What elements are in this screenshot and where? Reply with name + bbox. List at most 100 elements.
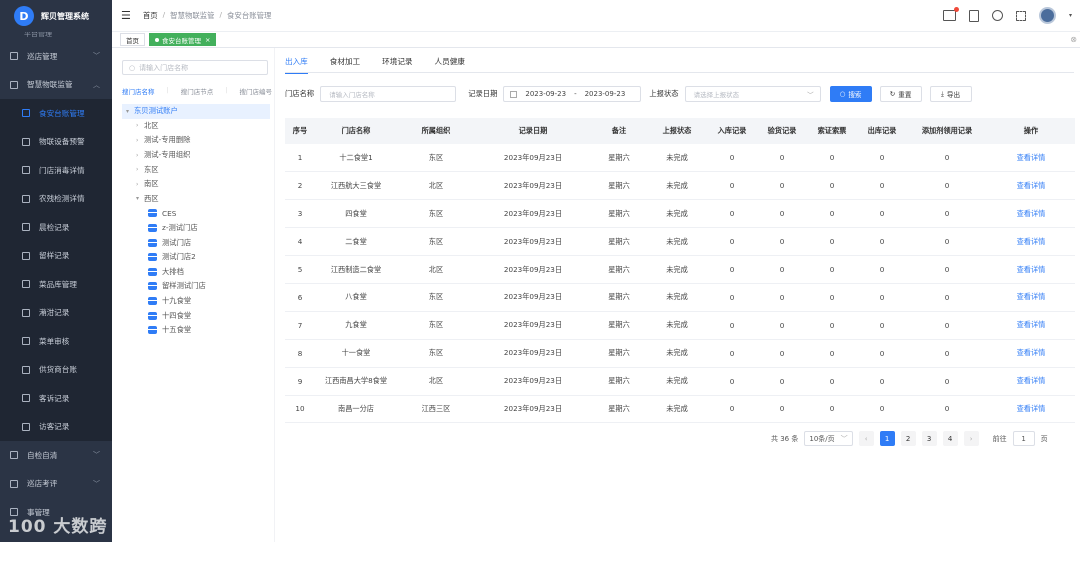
sidebar-item[interactable]: 潲泔记录	[0, 298, 112, 327]
dish-icon	[22, 280, 30, 289]
view-details-link[interactable]: 查看详情	[987, 395, 1075, 424]
sidebar-item[interactable]: 农残检测详情	[0, 184, 112, 213]
page-number-list: 1234	[879, 431, 958, 446]
sidebar-item[interactable]: 留样记录	[0, 241, 112, 270]
view-details-link[interactable]: 查看详情	[987, 171, 1075, 201]
export-button[interactable]: ⤓ 导出	[929, 86, 972, 102]
caret-down-icon[interactable]: ▾	[126, 108, 134, 115]
table-cell: 0	[757, 227, 807, 257]
table-cell: 0	[857, 367, 907, 396]
next-page-button[interactable]: ›	[963, 431, 979, 446]
breadcrumb-separator: /	[219, 10, 223, 19]
table-cell: 星期六	[591, 199, 647, 229]
close-icon[interactable]: ×	[205, 36, 210, 44]
tree-node-group[interactable]: › 东区	[122, 162, 270, 177]
column-header: 所属组织	[397, 118, 475, 144]
store-search-input[interactable]: ○ 请输入门店名称	[122, 60, 268, 75]
table-cell: 0	[757, 144, 807, 173]
report-status-select[interactable]: 请选择上报状态 ﹀	[684, 86, 821, 102]
view-details-link[interactable]: 查看详情	[987, 339, 1075, 368]
calendar-icon	[510, 90, 518, 98]
tree-node-group[interactable]: › 测试-专用删除	[122, 133, 270, 148]
sidebar-item[interactable]: 智慧物联监管 ︿	[0, 71, 112, 100]
menu-toggle-icon[interactable]: ☰	[121, 9, 131, 22]
page-number-button[interactable]: 2	[900, 431, 916, 446]
table-cell: 2023年09月23日	[475, 144, 591, 173]
sidebar-item[interactable]: 巡店管理 ﹀	[0, 42, 112, 71]
sidebar-item[interactable]: 访客记录	[0, 412, 112, 441]
app-logo[interactable]: D 辉贝管理系统	[0, 0, 112, 32]
prev-page-button[interactable]: ‹	[858, 431, 874, 446]
tree-node-store[interactable]: 测试门店	[122, 235, 270, 250]
sidebar-item[interactable]: 菜品库管理	[0, 270, 112, 299]
store-name-input[interactable]: 请输入门店名称	[320, 86, 457, 102]
breadcrumb-home[interactable]: 首页	[143, 10, 158, 21]
tree-node-root[interactable]: ▾ 东贝测试账户	[122, 104, 270, 119]
caret-right-icon[interactable]: ›	[136, 166, 144, 173]
document-icon[interactable]	[968, 9, 979, 22]
date-range-picker[interactable]: 2023-09-23 - 2023-09-23	[503, 86, 642, 102]
tree-node-store[interactable]: 十四食堂	[122, 308, 270, 323]
tree-node-store[interactable]: 留样测试门店	[122, 279, 270, 294]
table-cell: 3	[285, 199, 315, 229]
reset-button[interactable]: ↻ 重置	[879, 86, 922, 102]
sidebar-item[interactable]: 物联设备预警	[0, 127, 112, 156]
tree-node-store[interactable]: CES	[122, 206, 270, 221]
sidebar-item[interactable]: 自检自清 ﹀	[0, 441, 112, 470]
tab-search-by-code[interactable]: 搜门店编号	[239, 86, 272, 96]
tree-node-store[interactable]: 测试门店2	[122, 250, 270, 265]
caret-right-icon[interactable]: ›	[136, 137, 144, 144]
close-all-icon[interactable]: ⊗	[1070, 35, 1077, 44]
tag-home[interactable]: 首页	[120, 33, 145, 46]
sidebar-item[interactable]: 门店消毒详情	[0, 156, 112, 185]
tab-search-by-node[interactable]: 搜门店节点	[181, 86, 214, 96]
sidebar-item[interactable]: 供货商台账	[0, 355, 112, 384]
page-number-button[interactable]: 1	[879, 431, 895, 446]
breadcrumb-parent[interactable]: 智慧物联监管	[170, 10, 214, 21]
caret-right-icon[interactable]: ›	[136, 181, 144, 188]
breadcrumb-current: 食安台账管理	[227, 11, 272, 20]
sidebar-item[interactable]: 食安台账管理	[0, 99, 112, 128]
tree-node-group[interactable]: › 测试-专用组织	[122, 148, 270, 163]
table-cell: 0	[757, 339, 807, 368]
view-details-link[interactable]: 查看详情	[987, 199, 1075, 229]
page-size-select[interactable]: 10条/页 ﹀	[804, 431, 853, 446]
column-header: 添加剂领用记录	[907, 118, 987, 144]
jump-page-input[interactable]: 1	[1012, 431, 1035, 446]
supplier-icon	[22, 365, 30, 374]
caret-right-icon[interactable]: ›	[136, 152, 144, 159]
tree-node-group[interactable]: ▾ 西区	[122, 192, 270, 207]
mail-icon[interactable]	[942, 7, 959, 21]
view-details-link[interactable]: 查看详情	[987, 144, 1075, 173]
tree-node-store[interactable]: z-测试门店	[122, 221, 270, 236]
tag-current[interactable]: 食安台账管理 ×	[149, 33, 217, 46]
sidebar-item[interactable]: 晨检记录	[0, 213, 112, 242]
chevron-down-icon[interactable]: ▾	[1069, 12, 1072, 19]
avatar[interactable]	[1038, 7, 1056, 24]
search-button[interactable]: ○ 搜索	[829, 86, 872, 102]
caret-down-icon[interactable]: ▾	[136, 195, 144, 202]
view-details-link[interactable]: 查看详情	[987, 255, 1075, 284]
tree-node-store[interactable]: 十九食堂	[122, 294, 270, 309]
tree-node-store[interactable]: 十五食堂	[122, 323, 270, 338]
view-details-link[interactable]: 查看详情	[987, 311, 1075, 340]
report-status-label: 上报状态	[649, 89, 679, 98]
tree-node-group[interactable]: › 北区	[122, 119, 270, 134]
page-number-button[interactable]: 4	[942, 431, 958, 446]
caret-right-icon[interactable]: ›	[136, 122, 144, 129]
search-icon[interactable]	[991, 10, 1003, 21]
sample-icon	[22, 251, 30, 260]
sidebar-item[interactable]: 客诉记录	[0, 384, 112, 413]
view-details-link[interactable]: 查看详情	[987, 367, 1075, 396]
page-number-button[interactable]: 3	[921, 431, 937, 446]
view-details-link[interactable]: 查看详情	[987, 283, 1075, 312]
tree-node-group[interactable]: › 南区	[122, 177, 270, 192]
fullscreen-icon[interactable]	[1015, 10, 1026, 21]
tab-search-by-name[interactable]: 搜门店名称	[122, 86, 155, 96]
view-details-link[interactable]: 查看详情	[987, 227, 1075, 257]
tree-node-store[interactable]: 大排档	[122, 265, 270, 280]
table-cell: 0	[857, 255, 907, 284]
sidebar-item-cut[interactable]: 平台管理	[0, 32, 112, 42]
sidebar-item[interactable]: 巡店考评 ﹀	[0, 470, 112, 499]
sidebar-item[interactable]: 菜单审核	[0, 327, 112, 356]
